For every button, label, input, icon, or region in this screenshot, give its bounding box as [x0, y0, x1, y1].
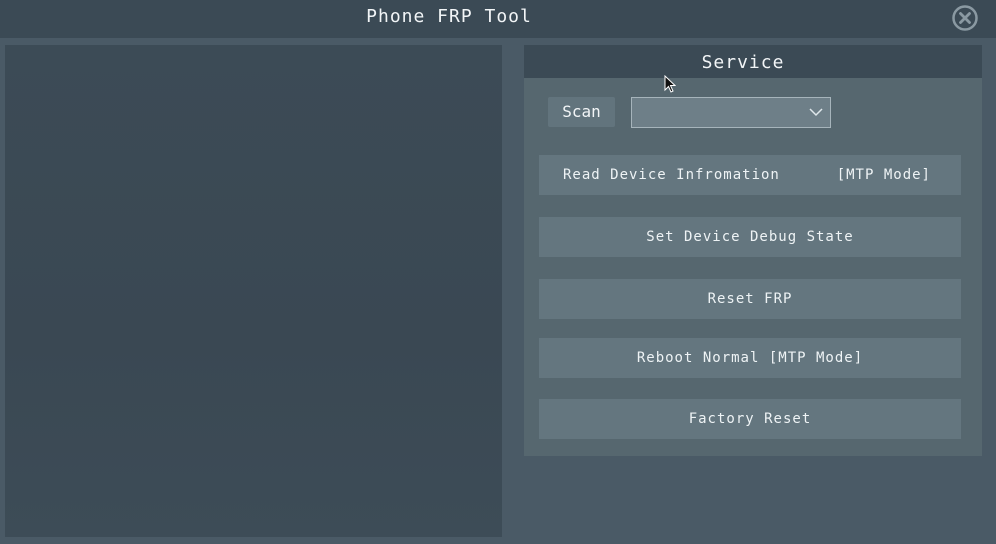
read-device-info-button[interactable]: Read Device Infromation [MTP Mode]	[539, 155, 961, 195]
set-debug-state-button[interactable]: Set Device Debug State	[539, 217, 961, 257]
window-title: Phone FRP Tool	[366, 6, 532, 27]
mouse-cursor-icon	[664, 75, 676, 93]
factory-reset-button[interactable]: Factory Reset	[539, 399, 961, 439]
scan-button[interactable]: Scan	[548, 97, 615, 127]
factory-reset-label: Factory Reset	[688, 411, 812, 427]
reset-frp-label: Reset FRP	[707, 291, 793, 307]
service-header: Service	[524, 45, 982, 78]
service-title: Service	[701, 52, 785, 73]
log-panel	[5, 45, 502, 537]
reset-frp-button[interactable]: Reset FRP	[539, 279, 961, 319]
read-device-info-label: Read Device Infromation	[563, 167, 780, 183]
chevron-down-icon	[809, 108, 823, 117]
set-debug-state-label: Set Device Debug State	[646, 229, 854, 245]
reboot-normal-label: Reboot Normal [MTP Mode]	[636, 350, 864, 366]
device-select[interactable]	[631, 97, 831, 128]
reboot-normal-button[interactable]: Reboot Normal [MTP Mode]	[539, 338, 961, 378]
close-icon[interactable]	[952, 5, 978, 31]
service-panel: Service Scan Read Device Infromation [MT…	[524, 45, 982, 456]
title-bar: Phone FRP Tool	[0, 0, 996, 38]
read-device-info-mode: [MTP Mode]	[836, 167, 931, 183]
